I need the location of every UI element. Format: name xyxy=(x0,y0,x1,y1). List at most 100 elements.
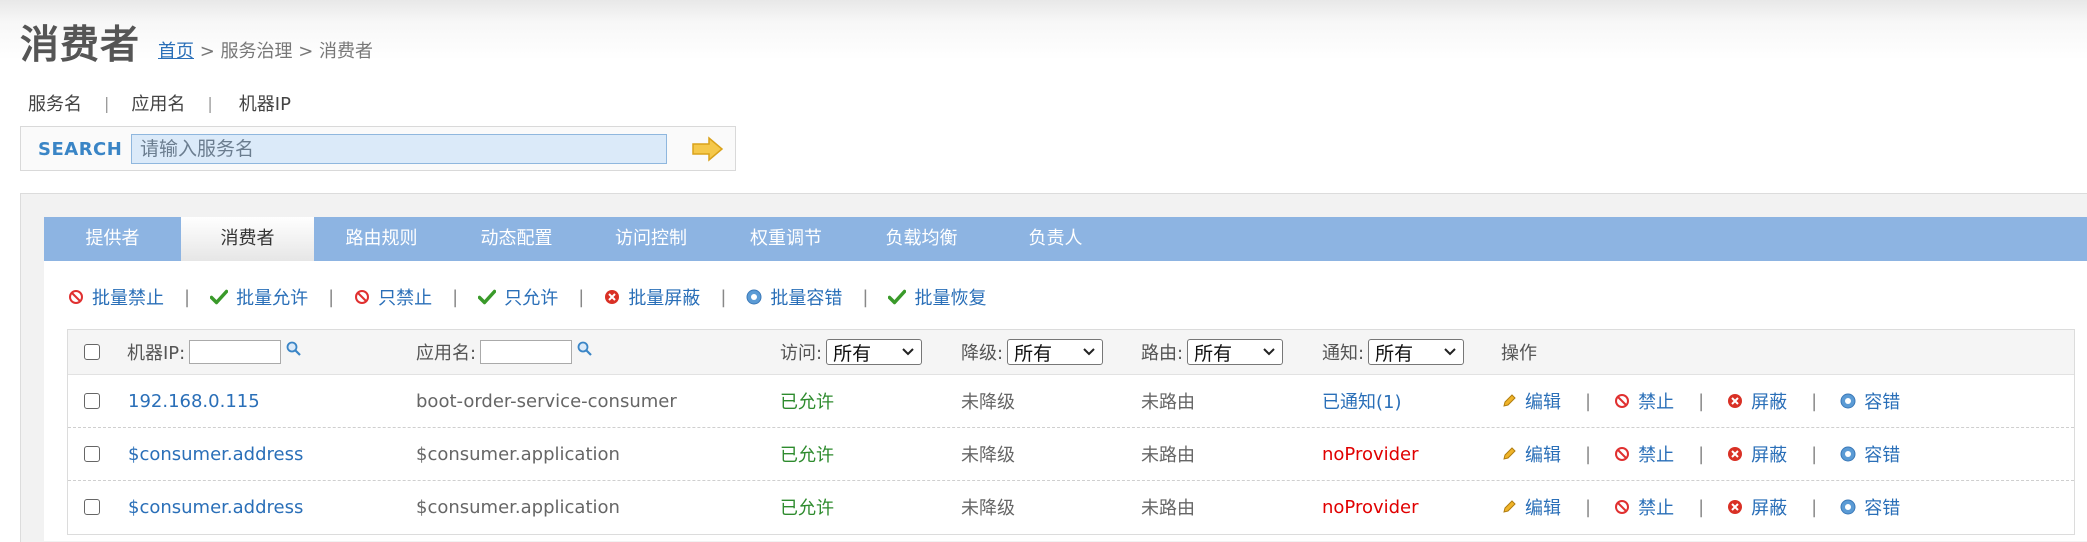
breadcrumb-home-link[interactable]: 首页 xyxy=(158,41,194,62)
tab-routes[interactable]: 路由规则 xyxy=(314,217,449,261)
access-status: 已允许 xyxy=(780,498,834,519)
search-input[interactable] xyxy=(131,134,667,164)
gear-icon xyxy=(1840,393,1856,409)
consumer-ip-link[interactable]: $consumer.address xyxy=(128,481,303,533)
route-status: 未路由 xyxy=(1141,498,1195,519)
shield-x-icon xyxy=(1727,393,1743,409)
notify-status: noProvider xyxy=(1322,443,1419,465)
tab-dynamic-config[interactable]: 动态配置 xyxy=(449,217,584,261)
app-filter-input[interactable] xyxy=(480,340,573,364)
divider: | xyxy=(1811,390,1818,412)
breadcrumb: 首页 > 服务治理 > 消费者 xyxy=(158,37,373,63)
forbid-button[interactable]: 禁止 xyxy=(1614,388,1674,414)
route-filter-value: 所有 xyxy=(1194,342,1233,365)
route-status: 未路由 xyxy=(1141,445,1195,466)
select-all-checkbox[interactable] xyxy=(84,344,100,360)
shield-button[interactable]: 屏蔽 xyxy=(1727,388,1787,414)
forbid-button[interactable]: 禁止 xyxy=(1614,494,1674,520)
only-forbid-label: 只禁止 xyxy=(378,288,433,309)
chevron-down-icon xyxy=(902,348,914,356)
search-icon[interactable] xyxy=(285,340,303,358)
batch-actions: 批量禁止 | 批量允许 | 只禁止 | 只允许 | 批量屏蔽 | 批量容错 | … xyxy=(68,284,986,310)
edit-label: 编辑 xyxy=(1525,392,1561,413)
tab-weights[interactable]: 权重调节 xyxy=(718,217,854,261)
edit-button[interactable]: 编辑 xyxy=(1501,494,1561,520)
degrade-filter-select[interactable]: 所有 xyxy=(1007,339,1104,365)
main-tabs: 提供者 消费者 路由规则 动态配置 访问控制 权重调节 负载均衡 负责人 xyxy=(44,217,2087,261)
forbid-icon xyxy=(1614,446,1630,462)
shield-button[interactable]: 屏蔽 xyxy=(1727,441,1787,467)
search-label: SEARCH xyxy=(38,139,123,160)
batch-allow-button[interactable]: 批量允许 xyxy=(210,284,308,310)
tab-consumers[interactable]: 消费者 xyxy=(181,217,314,261)
access-status: 已允许 xyxy=(780,445,834,466)
chevron-down-icon xyxy=(1263,348,1275,356)
gear-icon xyxy=(746,289,762,305)
shield-label: 屏蔽 xyxy=(1751,445,1788,466)
tab-load-balance[interactable]: 负载均衡 xyxy=(854,217,989,261)
notify-status-link[interactable]: 已通知(1) xyxy=(1322,375,1402,427)
shield-x-icon xyxy=(1727,499,1743,515)
divider: | xyxy=(184,286,191,308)
search-tab-ip[interactable]: 机器IP xyxy=(239,90,291,116)
tab-owners[interactable]: 负责人 xyxy=(989,217,1122,261)
divider: | xyxy=(1811,443,1818,465)
batch-forbid-button[interactable]: 批量禁止 xyxy=(68,284,164,310)
tolerance-button[interactable]: 容错 xyxy=(1840,388,1900,414)
pencil-icon xyxy=(1501,446,1517,462)
divider: | xyxy=(1698,443,1705,465)
row-checkbox[interactable] xyxy=(84,393,100,409)
chevron-down-icon xyxy=(1444,348,1456,356)
row-checkbox[interactable] xyxy=(84,446,100,462)
pencil-icon xyxy=(1501,499,1517,515)
access-filter-select[interactable]: 所有 xyxy=(826,339,923,365)
access-status: 已允许 xyxy=(780,392,834,413)
only-allow-label: 只允许 xyxy=(504,288,559,309)
edit-label: 编辑 xyxy=(1525,445,1561,466)
shield-label: 屏蔽 xyxy=(1751,392,1788,413)
degrade-status: 未降级 xyxy=(961,392,1015,413)
shield-button[interactable]: 屏蔽 xyxy=(1727,494,1787,520)
access-filter-value: 所有 xyxy=(833,342,872,365)
edit-label: 编辑 xyxy=(1525,498,1561,519)
tolerance-label: 容错 xyxy=(1864,498,1901,519)
only-forbid-button[interactable]: 只禁止 xyxy=(354,284,432,310)
batch-shield-button[interactable]: 批量屏蔽 xyxy=(604,284,700,310)
tolerance-label: 容错 xyxy=(1864,445,1901,466)
ip-filter-input[interactable] xyxy=(189,340,282,364)
consumer-ip-link[interactable]: 192.168.0.115 xyxy=(128,375,260,427)
consumer-table: 机器IP: 应用名: 访问: 所有 降级: 所有 路由: 所有 通知: 所有 操… xyxy=(67,329,2075,535)
search-tab-service[interactable]: 服务名 xyxy=(28,90,82,130)
header-notify: 通知: xyxy=(1322,343,1365,364)
breadcrumb-trail: > 服务治理 > 消费者 xyxy=(194,41,374,62)
shield-label: 屏蔽 xyxy=(1751,498,1788,519)
batch-allow-label: 批量允许 xyxy=(236,288,309,309)
tab-access-control[interactable]: 访问控制 xyxy=(584,217,718,261)
search-icon[interactable] xyxy=(576,340,594,358)
gear-icon xyxy=(1840,499,1856,515)
row-operations: 编辑 | 禁止 | 屏蔽 | 容错 xyxy=(1501,375,1900,427)
edit-button[interactable]: 编辑 xyxy=(1501,441,1561,467)
tab-providers[interactable]: 提供者 xyxy=(44,217,181,261)
tolerance-button[interactable]: 容错 xyxy=(1840,494,1900,520)
edit-button[interactable]: 编辑 xyxy=(1501,388,1561,414)
arrow-right-icon[interactable] xyxy=(691,134,725,164)
notify-filter-select[interactable]: 所有 xyxy=(1368,339,1465,365)
divider: | xyxy=(862,286,869,308)
tolerance-label: 容错 xyxy=(1864,392,1901,413)
route-filter-select[interactable]: 所有 xyxy=(1187,339,1284,365)
row-checkbox[interactable] xyxy=(84,499,100,515)
batch-recover-button[interactable]: 批量恢复 xyxy=(888,284,986,310)
only-allow-button[interactable]: 只允许 xyxy=(478,284,558,310)
divider: | xyxy=(1698,496,1705,518)
forbid-button[interactable]: 禁止 xyxy=(1614,441,1674,467)
tolerance-button[interactable]: 容错 xyxy=(1840,441,1900,467)
search-tab-application[interactable]: 应用名 xyxy=(131,90,185,116)
consumer-ip-link[interactable]: $consumer.address xyxy=(128,428,303,480)
batch-tolerance-button[interactable]: 批量容错 xyxy=(746,284,842,310)
divider: | xyxy=(104,93,110,113)
consumer-app: boot-order-service-consumer xyxy=(416,390,677,412)
header-route: 路由: xyxy=(1141,343,1184,364)
divider: | xyxy=(720,286,727,308)
forbid-icon xyxy=(354,289,370,305)
